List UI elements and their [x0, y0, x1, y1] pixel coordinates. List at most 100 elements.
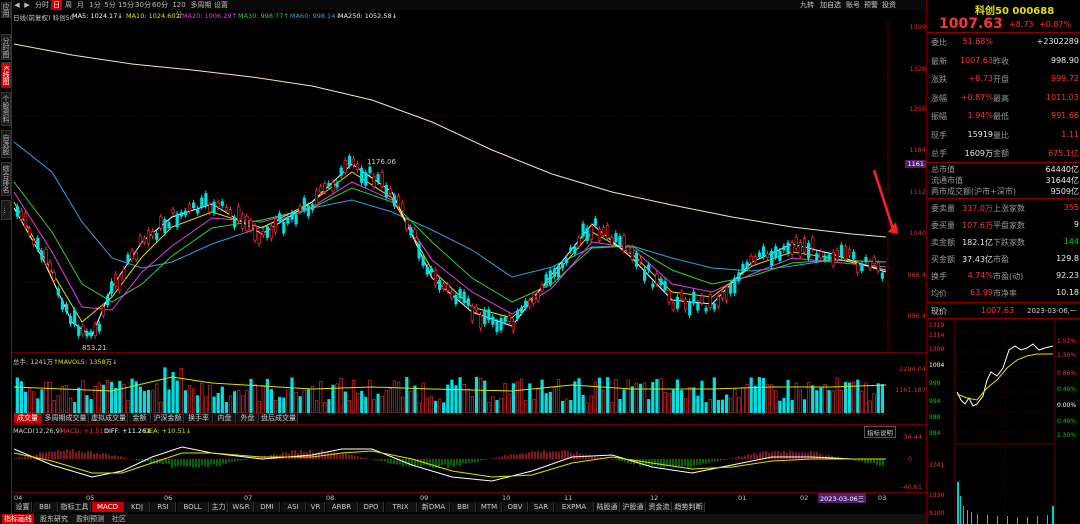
sidebar-item-diagnosis[interactable]: ...: [1, 200, 11, 220]
period-tab[interactable]: 120分: [169, 0, 189, 19]
mini-axis-right-label: 1.30%: [1057, 352, 1077, 359]
period-tab[interactable]: 15分: [118, 0, 134, 10]
sidebar-item-ranking[interactable]: 综合排名: [1, 162, 11, 196]
depth-value-2: 9: [1073, 220, 1079, 229]
indicator-tab[interactable]: 沪股通: [621, 502, 646, 512]
tab-multi-volume[interactable]: 多周期成交量: [43, 413, 89, 423]
quote-value: +8.73: [968, 74, 993, 83]
tab-community[interactable]: 社区: [112, 514, 126, 524]
dea-value: DEA: +10.51↓: [144, 427, 192, 435]
period-toolbar: ◀ ▶ 分时 日 周 月 1分 5分 15分 30分 60分 120分 多周期 …: [12, 0, 926, 19]
tab-volume[interactable]: 成交量: [14, 413, 42, 423]
period-tab[interactable]: 60分: [152, 0, 168, 10]
indicator-tab[interactable]: TRIX: [385, 502, 417, 512]
mini-volume-label: X100: [929, 510, 945, 517]
period-tab[interactable]: 30分: [135, 0, 151, 10]
tab-outer[interactable]: 外盘: [237, 413, 259, 423]
period-tab[interactable]: 分时: [34, 0, 50, 10]
indicator-tab[interactable]: BOLL: [177, 502, 209, 512]
indicator-tab[interactable]: 主力: [210, 502, 228, 512]
sidebar-item-watchlist[interactable]: 自选股: [1, 130, 11, 158]
indicator-tab[interactable]: 趋势判断: [673, 502, 705, 512]
indicator-tab[interactable]: KDJ: [125, 502, 150, 512]
volume-panel[interactable]: 总手: 1241万↑ MAVOL5: 1358万↓ 2294.04 1161.1…: [12, 352, 926, 413]
nine-turn-button[interactable]: 九转: [800, 0, 814, 10]
indicator-tab[interactable]: 指标工具: [59, 502, 91, 512]
tab-inner[interactable]: 内盘: [214, 413, 236, 423]
indicator-tabs: 设置 BBI 指标工具 MACD KDJ RSI BOLL 主力 W&R DMI ASI VR ARBR…: [12, 502, 926, 513]
sidebar-item-timeshare[interactable]: 分时图: [1, 34, 11, 60]
mini-volume-label: 1930: [929, 492, 945, 499]
macd-panel[interactable]: MACD(12,26,9) MACD: +1.51↑ DIFF: +11.26↓…: [12, 424, 926, 492]
indicator-tab[interactable]: W&R: [229, 502, 254, 512]
depth-row: 卖金额 182.1亿 下跌家数 144: [931, 234, 1079, 252]
tab-forecast[interactable]: 盈利预测: [76, 514, 104, 524]
indicator-tab[interactable]: DMI: [255, 502, 280, 512]
tab-virtual-volume[interactable]: 虚拟成交量: [90, 413, 128, 423]
indicator-tab[interactable]: VR: [307, 502, 325, 512]
depth-label: 卖金额: [931, 238, 955, 247]
depth-label: 委卖量: [931, 204, 955, 213]
account-button[interactable]: 账号: [846, 0, 860, 10]
indicator-tab[interactable]: DPO: [359, 502, 384, 512]
tab-hs-amount[interactable]: 沪深金额: [152, 413, 184, 423]
tab-shareholder[interactable]: 股东研究: [40, 514, 68, 524]
price-change-pct: +0.87%: [1039, 20, 1072, 29]
tab-turnover[interactable]: 换手率: [185, 413, 213, 423]
quote-value-2: 998.90: [1051, 55, 1079, 65]
period-tab[interactable]: 5分: [103, 0, 117, 10]
sidebar-item-app[interactable]: 应用: [1, 2, 11, 18]
now-date: 2023-03-06,一: [1027, 307, 1077, 315]
kline-chart[interactable]: 日线(前复权) 科创50 MA5: 1024.17↓ MA10: 1024.60…: [12, 10, 926, 352]
sidebar-item-profile[interactable]: 个股资料: [1, 92, 11, 126]
tab-drawing[interactable]: 指标画线: [2, 514, 34, 524]
depth-value: 37.43亿: [962, 255, 993, 264]
price-highlight-tag: 1161: [905, 160, 926, 168]
quote-label-2: 量比: [993, 130, 1009, 140]
indicator-tab[interactable]: SAR: [529, 502, 554, 512]
depth-label: 委买量: [931, 221, 955, 230]
period-tab[interactable]: 1分: [88, 0, 102, 10]
invest-button[interactable]: 投资: [882, 0, 896, 10]
depth-label-2: 市盈(动): [993, 272, 1024, 281]
prev-arrow-icon[interactable]: ◀: [12, 0, 22, 10]
alert-button[interactable]: 预警: [864, 0, 878, 10]
quote-label: 最新: [931, 56, 947, 66]
indicator-tab[interactable]: EXPMA: [555, 502, 594, 512]
indicator-tab[interactable]: OBV: [503, 502, 528, 512]
indicator-tab[interactable]: BBI: [451, 502, 476, 512]
tab-after-volume[interactable]: 盘后成交量: [260, 413, 298, 423]
quote-value: 1007.63: [959, 55, 993, 65]
sidebar-item-kline[interactable]: K线图: [1, 62, 11, 88]
next-arrow-icon[interactable]: ▶: [22, 0, 32, 10]
period-tab[interactable]: 月: [75, 0, 86, 10]
mini-axis-left-label: 989: [929, 414, 941, 421]
indicator-tab[interactable]: 资金流: [647, 502, 672, 512]
quote-value-2: 1011.03: [1045, 92, 1079, 102]
tab-amount[interactable]: 金额: [129, 413, 151, 423]
add-watchlist-button[interactable]: 加自选: [820, 0, 841, 10]
volume-bars: [13, 367, 887, 413]
period-tab-active[interactable]: 日: [51, 0, 62, 10]
period-tab[interactable]: 多周期: [190, 0, 212, 10]
depth-value-2: 92.23: [1056, 271, 1079, 280]
quote-value: 1.94%: [967, 111, 993, 120]
indicator-tab[interactable]: 陆股通: [595, 502, 620, 512]
indicator-tab[interactable]: MACD: [92, 502, 124, 512]
depth-value: 107.6万: [962, 221, 993, 230]
indicator-tab[interactable]: BBI: [33, 502, 58, 512]
indicator-tab[interactable]: 设置: [14, 502, 32, 512]
indicator-tab[interactable]: ARBR: [326, 502, 358, 512]
indicator-tab[interactable]: RSI: [151, 502, 176, 512]
depth-label: 换手: [931, 272, 947, 281]
period-tab[interactable]: 周: [63, 0, 74, 10]
quote-label-2: 最高: [993, 93, 1009, 103]
indicator-tab[interactable]: ASI: [281, 502, 306, 512]
depth-value-2: 144: [1063, 237, 1079, 246]
indicator-tab[interactable]: MTM: [477, 502, 502, 512]
candlestick-canvas: 1176.06 853.21: [12, 22, 898, 352]
depth-label-2: 下跌家数: [993, 238, 1025, 247]
mini-axis-right-label: 0.00%: [1057, 402, 1077, 409]
period-tab[interactable]: 设置: [213, 0, 229, 10]
indicator-tab[interactable]: 新DMA: [418, 502, 450, 512]
